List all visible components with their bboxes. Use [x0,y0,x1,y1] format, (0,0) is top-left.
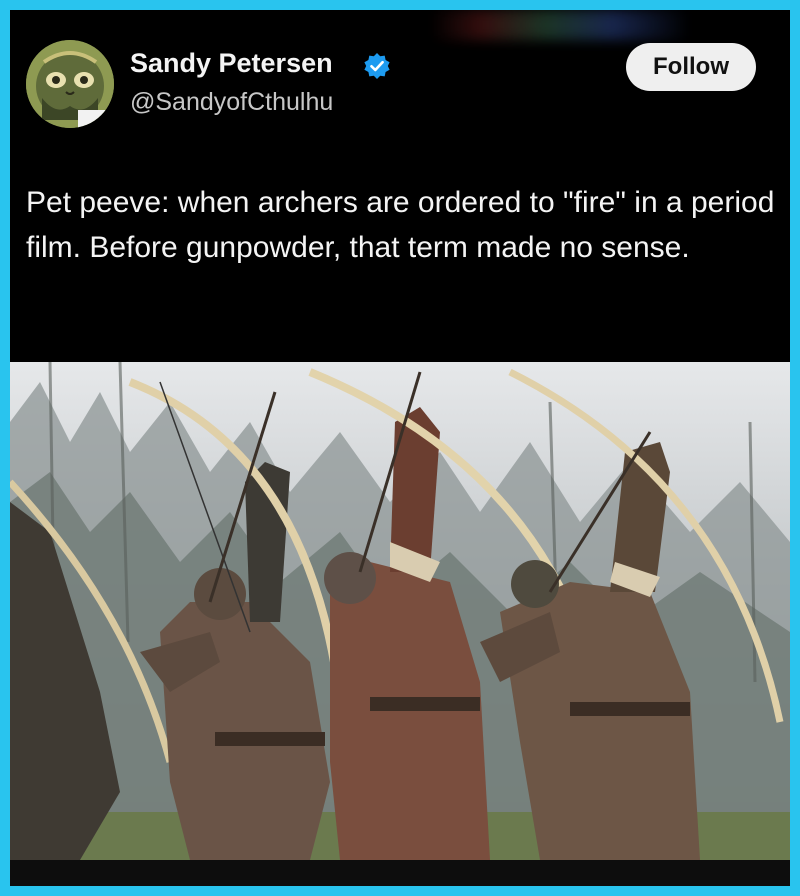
author-handle[interactable]: @SandyofCthulhu [130,88,333,117]
follow-button[interactable]: Follow [626,43,756,91]
verified-badge-icon [364,53,390,79]
post-card: Sandy Petersen @SandyofCthulhu Follow Pe… [10,10,790,886]
avatar[interactable] [26,40,114,128]
post-text: Pet peeve: when archers are ordered to "… [26,186,775,264]
top-glow [430,10,690,40]
bottom-bar [10,860,790,886]
author-name[interactable]: Sandy Petersen [130,48,333,79]
post-media-image[interactable] [10,362,790,860]
